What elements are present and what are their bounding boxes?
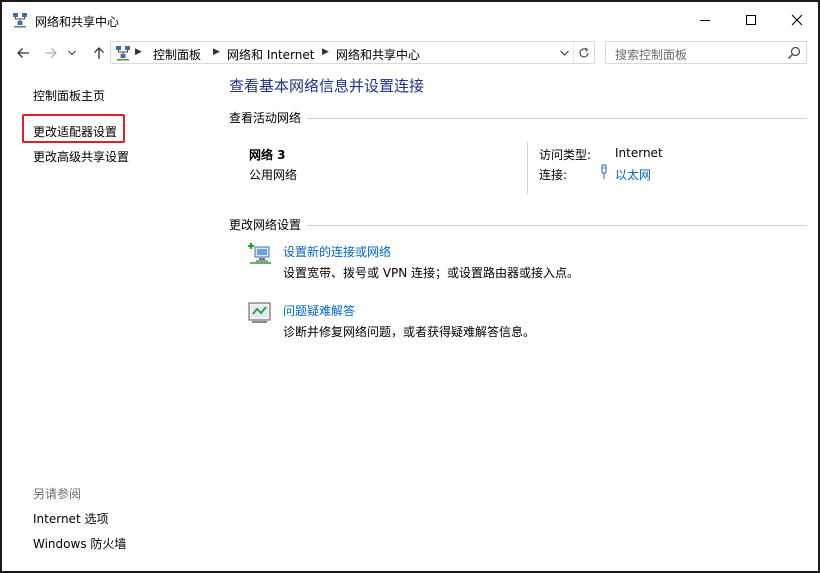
refresh-icon: [579, 46, 589, 58]
address-bar[interactable]: ▶ 控制面板 ▶ 网络和 Internet ▶ 网络和共享中心: [110, 41, 595, 64]
troubleshoot-problems-link[interactable]: 问题疑难解答: [283, 302, 355, 319]
setup-new-connection-description: 设置宽带、拨号或 VPN 连接；或设置路由器或接入点。: [283, 266, 580, 280]
control-panel-home-link[interactable]: 控制面板主页: [33, 87, 105, 104]
access-type-label: 访问类型:: [539, 148, 592, 162]
refresh-button[interactable]: [573, 42, 594, 63]
up-button[interactable]: [88, 42, 110, 64]
minimize-icon: [700, 20, 710, 21]
maximize-button[interactable]: [728, 2, 774, 38]
breadcrumb-network-internet[interactable]: 网络和 Internet: [227, 46, 314, 63]
troubleshoot-icon: [248, 302, 271, 323]
arrow-up-icon: [94, 47, 104, 59]
new-connection-icon: [248, 243, 271, 264]
window-title: 网络和共享中心: [35, 15, 120, 29]
navigation-bar: ▶ 控制面板 ▶ 网络和 Internet ▶ 网络和共享中心 搜索控制面板: [2, 38, 818, 68]
chevron-right-icon[interactable]: ▶: [213, 47, 220, 57]
chevron-down-icon: [559, 50, 569, 56]
network-name: 网络 3: [249, 148, 286, 162]
forward-button[interactable]: [40, 42, 62, 64]
close-button[interactable]: [774, 2, 820, 38]
network-info-divider: [527, 142, 528, 194]
change-network-settings-heading: 更改网络设置: [229, 218, 302, 232]
windows-firewall-link[interactable]: Windows 防火墙: [33, 535, 126, 552]
internet-options-link[interactable]: Internet 选项: [33, 510, 108, 527]
change-advanced-sharing-link[interactable]: 更改高级共享设置: [33, 148, 129, 165]
control-panel-icon: [116, 46, 130, 61]
page-title: 查看基本网络信息并设置连接: [229, 77, 425, 95]
connection-label: 连接:: [539, 168, 568, 182]
search-input[interactable]: 搜索控制面板: [615, 46, 687, 63]
address-history-dropdown[interactable]: [555, 42, 573, 63]
network-icon: [13, 13, 27, 28]
change-adapter-settings-link[interactable]: 更改适配器设置: [33, 123, 117, 140]
title-bar: 网络和共享中心: [2, 2, 818, 38]
arrow-right-icon: [45, 48, 57, 58]
minimize-button[interactable]: [682, 2, 728, 38]
close-icon: [791, 14, 803, 26]
breadcrumb-network-sharing-center[interactable]: 网络和共享中心: [336, 46, 420, 63]
active-networks-heading: 查看活动网络: [229, 111, 302, 125]
recent-locations-button[interactable]: [65, 42, 79, 64]
breadcrumb-control-panel[interactable]: 控制面板: [153, 46, 201, 63]
left-navigation-pane: 控制面板主页 更改适配器设置 更改高级共享设置 另请参阅 Internet 选项…: [2, 68, 217, 571]
chevron-right-icon[interactable]: ▶: [322, 47, 329, 57]
section-divider: [307, 225, 807, 226]
ethernet-icon: [601, 164, 607, 179]
troubleshoot-problems-description: 诊断并修复网络问题，或者获得疑难解答信息。: [283, 325, 536, 339]
see-also-heading: 另请参阅: [33, 487, 82, 501]
ethernet-connection-link[interactable]: 以太网: [615, 166, 651, 183]
back-button[interactable]: [12, 42, 34, 64]
section-divider: [307, 118, 807, 119]
network-sharing-center-window: 网络和共享中心 ▶ 控制面板 ▶ 网络和 Internet ▶ 网络和共享中心 …: [0, 0, 820, 573]
maximize-icon: [746, 15, 756, 25]
access-type-value: Internet: [615, 146, 663, 160]
arrow-left-icon: [17, 48, 29, 58]
network-profile: 公用网络: [249, 168, 298, 182]
chevron-right-icon[interactable]: ▶: [135, 47, 142, 57]
search-icon[interactable]: [787, 46, 801, 60]
setup-new-connection-link[interactable]: 设置新的连接或网络: [283, 243, 391, 260]
chevron-down-icon: [68, 50, 76, 56]
search-box[interactable]: 搜索控制面板: [605, 41, 807, 64]
